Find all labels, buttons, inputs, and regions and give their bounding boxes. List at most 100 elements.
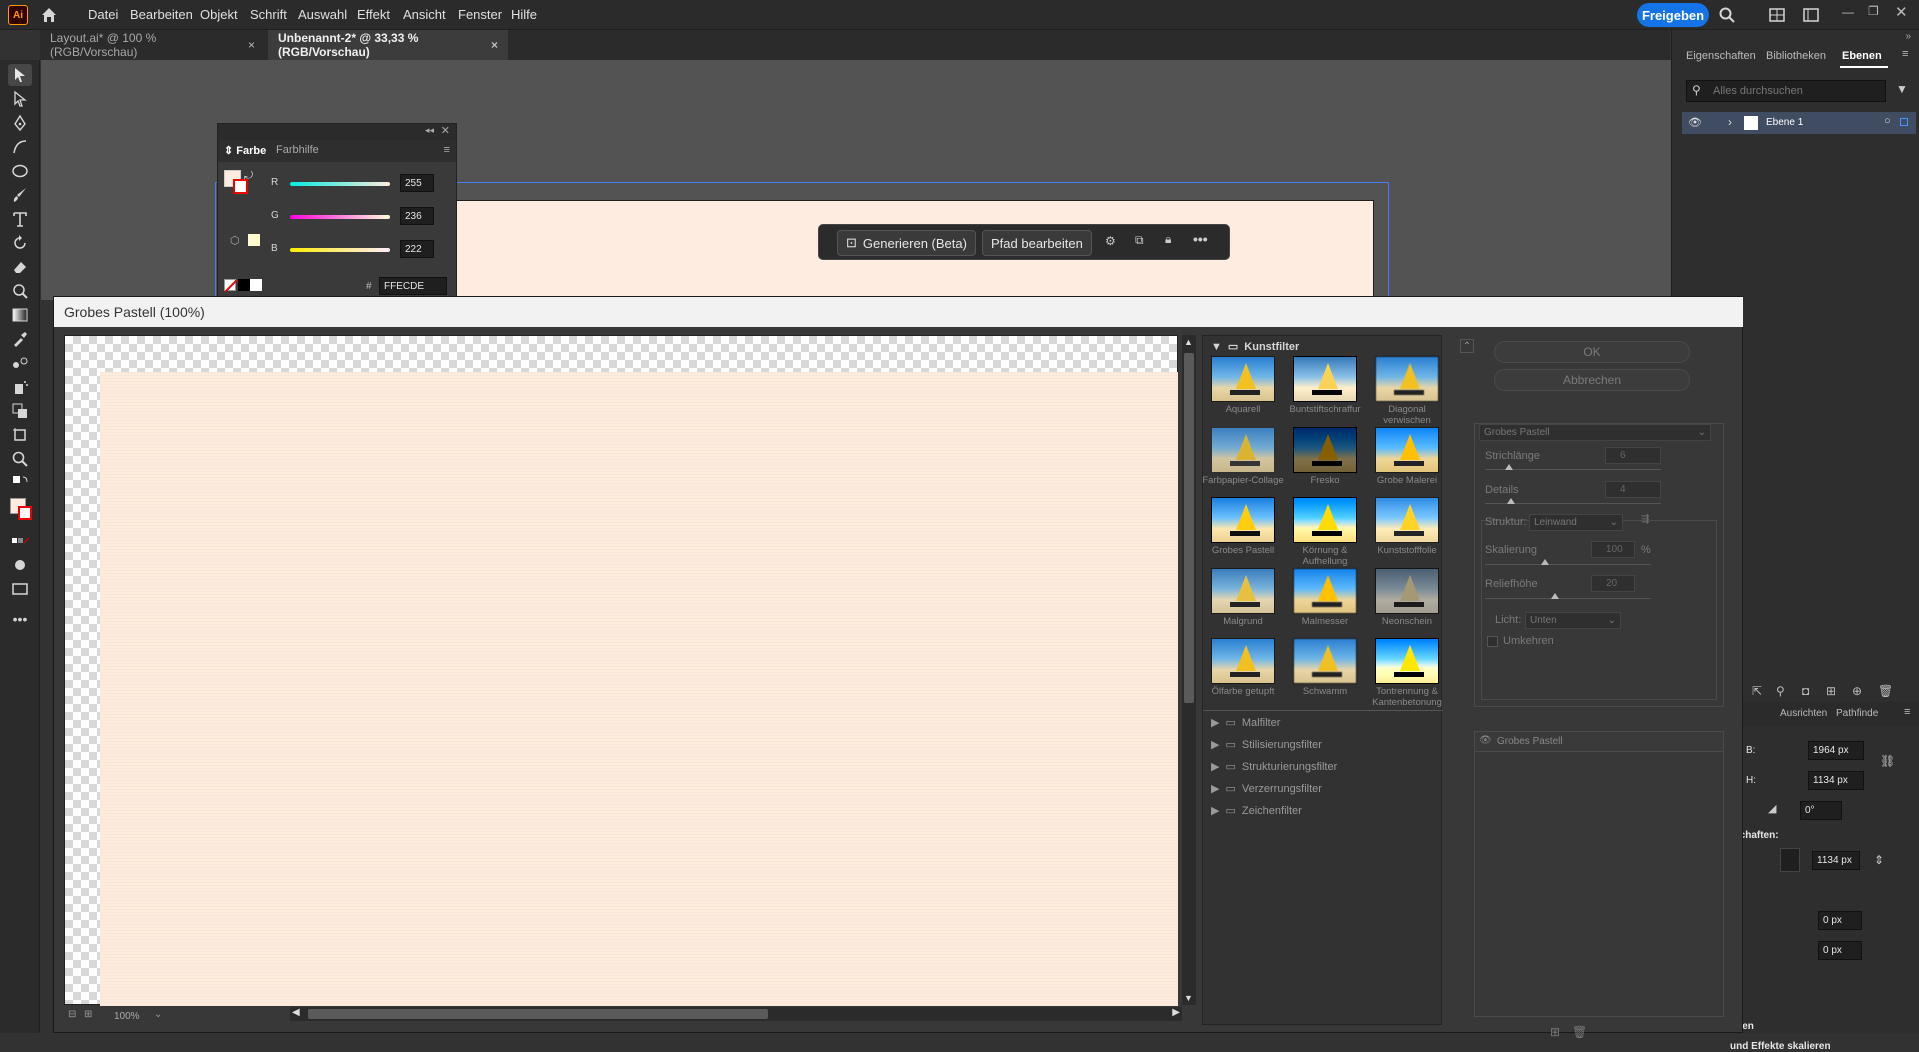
selection-indicator[interactable] [1900,118,1908,126]
filter-tontrennung[interactable] [1375,638,1439,684]
more-tools-icon[interactable]: ••• [8,608,32,630]
target-icon[interactable]: ○ [1884,115,1891,127]
gradient-tool-icon[interactable] [8,304,32,326]
layer-name[interactable]: Ebene 1 [1766,117,1803,128]
layers-search-input[interactable]: Alles durchsuchen [1686,80,1886,102]
tab-ebenen[interactable]: Ebenen [1842,50,1882,62]
close-icon[interactable]: ✕ [1895,3,1908,21]
new-sublayer-icon[interactable]: ⊞ [1826,684,1836,698]
web-safe-swatch[interactable] [248,234,260,246]
tab-unbenannt[interactable]: Unbenannt-2* @ 33,33 % (RGB/Vorschau) × [268,30,508,60]
scaling-slider[interactable] [1485,564,1651,565]
filter-grobes-pastell[interactable] [1211,497,1275,543]
menu-schrift[interactable]: Schrift [250,7,287,22]
zoom-in-icon[interactable]: ⊞ [84,1009,92,1020]
screen-mode-icon[interactable] [8,578,32,600]
filter-aquarell[interactable] [1211,356,1275,402]
texture-select[interactable]: Leinwand ⌄ [1529,514,1623,531]
visibility-eye-icon[interactable]: 👁︎ [1688,116,1702,129]
curvature-tool-icon[interactable] [8,136,32,158]
slider-knob[interactable] [1541,559,1549,565]
detail-field[interactable]: 4 [1605,481,1661,498]
slider-knob[interactable] [1505,464,1513,470]
duplicate-icon[interactable]: ⧉ [1135,233,1144,248]
slider-knob[interactable] [1507,498,1515,504]
filter-buntstiftschraffur[interactable] [1293,356,1357,402]
filter-fresko[interactable] [1293,427,1357,473]
tab-close-icon[interactable]: × [491,38,498,52]
corner-radius-1[interactable]: 0 px [1818,911,1862,930]
filter-koernung-aufhellung[interactable] [1293,497,1357,543]
constrain-proportions-icon[interactable]: ⛓︎ [1880,754,1895,768]
category-stilisierungsfilter[interactable]: ▶ ▭ Stilisierungsfilter [1211,738,1322,752]
panel-close-icon[interactable]: ✕ [441,124,450,137]
blend-tool-icon[interactable] [8,352,32,374]
artboard-tool-icon[interactable] [8,424,32,446]
eyedropper-tool-icon[interactable] [8,328,32,350]
cancel-button[interactable]: Abbrechen [1494,369,1690,391]
type-tool-icon[interactable] [8,208,32,230]
width-field[interactable]: 1964 px [1808,741,1864,760]
brush-tool-icon[interactable] [8,184,32,206]
menu-hilfe[interactable]: Hilfe [511,7,537,22]
category-zeichenfilter[interactable]: ▶ ▭ Zeichenfilter [1211,804,1302,818]
light-select[interactable]: Unten ⌄ [1525,612,1621,629]
minimize-icon[interactable]: — [1842,5,1854,19]
hex-field[interactable]: FFECDE [379,277,447,295]
g-value-field[interactable]: 236 [400,207,434,225]
eraser-tool-icon[interactable] [8,256,32,278]
export-icon[interactable]: ⇱ [1752,684,1762,698]
visibility-eye-icon[interactable]: 👁︎ [1479,735,1492,746]
link-icon[interactable] [1780,848,1800,872]
zoom-out-icon[interactable]: ⊟ [68,1009,76,1020]
tab-layout[interactable]: Layout.ai* @ 100 % (RGB/Vorschau) × [40,30,265,60]
search-icon[interactable] [1718,6,1736,24]
filter-neonschein[interactable] [1375,568,1439,614]
filter-malmesser[interactable] [1293,568,1357,614]
delete-layer-icon[interactable]: 🗑︎ [1878,684,1893,698]
panel-menu-icon[interactable]: ≡ [1904,706,1910,718]
b-value-field[interactable]: 222 [400,240,434,258]
slider-knob[interactable] [1551,593,1559,599]
rotate-tool-icon[interactable] [8,232,32,254]
r-value-field[interactable]: 255 [400,174,434,192]
filter-kunststofffolie[interactable] [1375,497,1439,543]
tab-eigenschaften[interactable]: Eigenschaften [1686,50,1756,62]
menu-effekt[interactable]: Effekt [357,7,390,22]
zoom-tool-icon[interactable] [8,448,32,470]
scroll-up-icon[interactable]: ▲ [1184,337,1193,347]
shape-builder-tool-icon[interactable] [8,400,32,422]
effect-layer-row[interactable]: 👁︎ Grobes Pastell [1475,732,1723,752]
relief-slider[interactable] [1485,598,1651,599]
tab-farbhilfe[interactable]: Farbhilfe [276,144,319,156]
height-field[interactable]: 1134 px [1808,771,1864,790]
none-swatch[interactable] [224,279,238,293]
category-malfilter[interactable]: ▶ ▭ Malfilter [1211,716,1280,730]
category-strukturierungsfilter[interactable]: ▶ ▭ Strukturierungsfilter [1211,760,1337,774]
zoom-field[interactable]: 100% [114,1011,174,1025]
filter-select[interactable]: Grobes Pastell ⌄ [1479,424,1711,441]
restore-icon[interactable]: ❐ [1868,4,1879,18]
collapse-icon[interactable]: ◂◂ [425,125,434,136]
scroll-right-icon[interactable]: ▶ [1172,1007,1180,1018]
preview-horizontal-scrollbar[interactable]: ◀ ▶ [290,1007,1182,1021]
tab-ausrichten[interactable]: Ausrichten [1780,708,1827,719]
scroll-thumb[interactable] [308,1009,768,1019]
scaling-field[interactable]: 100 [1591,541,1635,558]
clip-mask-icon[interactable]: ◘ [1802,684,1809,698]
angle-field[interactable]: 0° [1800,801,1842,820]
scroll-left-icon[interactable]: ◀ [292,1007,300,1018]
menu-auswahl[interactable]: Auswahl [298,7,347,22]
g-slider[interactable] [290,215,390,219]
arrange-documents-icon[interactable] [1768,6,1786,24]
swap-icon[interactable]: ⤾ [244,170,253,183]
filter-schwamm[interactable] [1293,638,1357,684]
locate-object-icon[interactable]: ⚲ [1776,684,1785,698]
collapse-browser-icon[interactable]: ⌃ [1460,339,1474,353]
share-button[interactable]: Freigeben [1637,3,1709,27]
color-mode-icon[interactable] [8,530,32,552]
filter-icon[interactable]: ▼ [1896,82,1908,96]
workspace-icon[interactable] [1802,6,1820,24]
zoom-dropdown-icon[interactable]: ⌄ [154,1009,162,1020]
ellipse-tool-icon[interactable] [8,160,32,182]
